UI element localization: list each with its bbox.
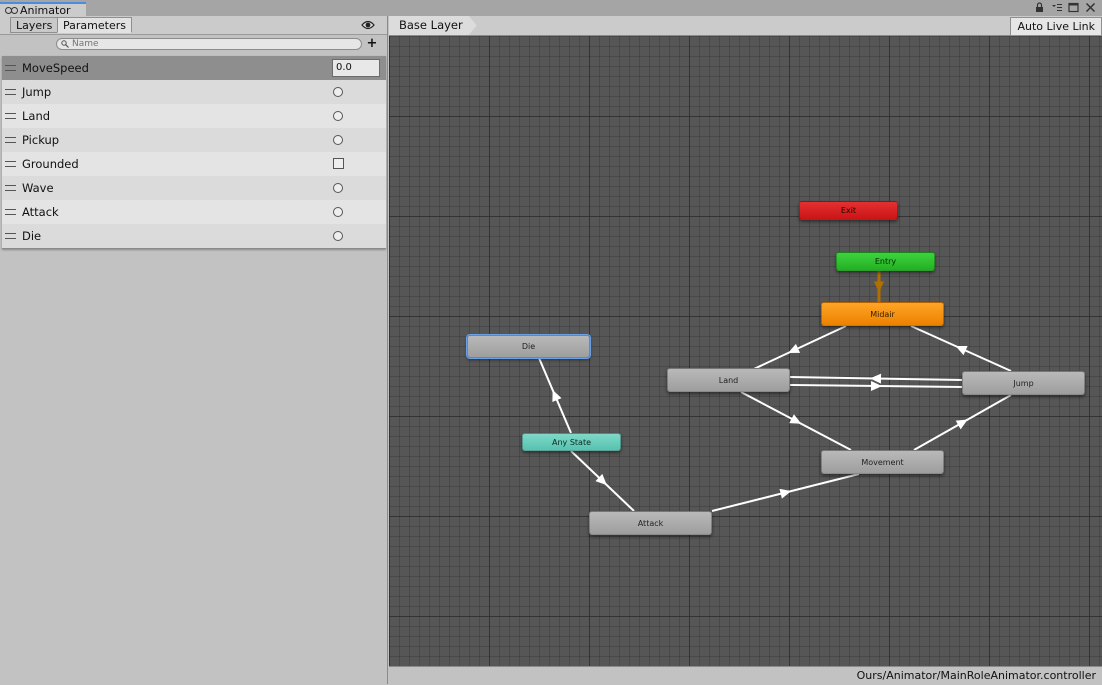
lock-icon[interactable] (1034, 2, 1045, 13)
window-controls (1034, 2, 1096, 13)
trigger-radio[interactable] (333, 135, 343, 145)
drag-handle-icon[interactable] (5, 209, 16, 215)
graph-toolbar: Base Layer Auto Live Link (389, 16, 1102, 36)
parameter-checkbox[interactable] (333, 158, 344, 169)
trigger-radio[interactable] (333, 111, 343, 121)
parameter-name: Attack (22, 205, 59, 219)
drag-handle-icon[interactable] (5, 233, 16, 239)
parameter-row[interactable]: Attack (2, 200, 386, 224)
transition-arrow-icon (779, 488, 792, 499)
drag-handle-icon[interactable] (5, 89, 16, 95)
transition-arrow-icon (955, 345, 968, 356)
state-entry[interactable]: Entry (836, 252, 935, 271)
parameter-row[interactable]: Wave (2, 176, 386, 200)
animator-icon (5, 6, 18, 15)
window-tab-title: Animator (20, 3, 71, 17)
parameter-row[interactable]: Land (2, 104, 386, 128)
parameter-name: Wave (22, 181, 54, 195)
transition-arrow-icon (788, 343, 801, 354)
left-toolbar: Layers Parameters (0, 16, 387, 35)
breadcrumb-base-layer[interactable]: Base Layer (389, 16, 477, 35)
drag-handle-icon[interactable] (5, 113, 16, 119)
drag-handle-icon[interactable] (5, 161, 16, 167)
parameter-name: Pickup (22, 133, 60, 147)
parameter-name: Die (22, 229, 42, 243)
state-land[interactable]: Land (667, 368, 790, 392)
state-movement[interactable]: Movement (821, 450, 944, 474)
add-parameter-button[interactable]: + (366, 37, 378, 50)
trigger-radio[interactable] (333, 231, 343, 241)
menu-icon[interactable] (1051, 2, 1062, 13)
auto-live-link-button[interactable]: Auto Live Link (1010, 17, 1102, 36)
parameter-row[interactable]: Pickup (2, 128, 386, 152)
tab-parameters[interactable]: Parameters (57, 17, 132, 33)
state-attack[interactable]: Attack (589, 511, 712, 535)
state-jump[interactable]: Jump (962, 371, 1085, 395)
parameter-row[interactable]: Jump (2, 80, 386, 104)
search-row: + (0, 35, 387, 53)
state-any-state[interactable]: Any State (522, 433, 621, 451)
search-input[interactable] (72, 39, 352, 49)
state-midair[interactable]: Midair (821, 302, 944, 326)
state-machine-graph[interactable]: Exit Entry Midair Die Land Jump Any Stat… (389, 16, 1102, 684)
parameter-name: Jump (22, 85, 52, 99)
maximize-icon[interactable] (1068, 2, 1079, 13)
trigger-radio[interactable] (333, 183, 343, 193)
parameter-name: Grounded (22, 157, 79, 171)
drag-handle-icon[interactable] (5, 137, 16, 143)
parameter-list: MoveSpeed 0.0 Jump Land Pickup Grounded Wave At… (2, 56, 386, 249)
window-titlebar: Animator (0, 0, 1102, 17)
parameters-panel: Layers Parameters + MoveSpeed 0.0 Jump Land… (0, 16, 388, 684)
transition-arrow-icon (874, 281, 884, 293)
drag-handle-icon[interactable] (5, 185, 16, 191)
parameter-row[interactable]: MoveSpeed 0.0 (2, 56, 386, 80)
parameter-name: Land (22, 109, 51, 123)
state-exit[interactable]: Exit (799, 201, 898, 220)
transition-arrow-icon (789, 414, 802, 424)
state-die[interactable]: Die (467, 335, 590, 358)
tab-layers[interactable]: Layers (10, 17, 59, 33)
parameter-row[interactable]: Grounded (2, 152, 386, 176)
controller-path: Ours/Animator/MainRoleAnimator.controlle… (856, 669, 1096, 682)
search-field[interactable] (56, 38, 362, 50)
drag-handle-icon[interactable] (5, 65, 16, 71)
eye-icon[interactable] (361, 19, 375, 31)
trigger-radio[interactable] (333, 207, 343, 217)
transition-arrow-icon (955, 419, 968, 430)
transition-arrow-icon (552, 389, 562, 403)
close-icon[interactable] (1085, 2, 1096, 13)
search-icon (61, 40, 69, 48)
parameter-value-field[interactable]: 0.0 (332, 59, 380, 77)
animator-window-tab[interactable]: Animator (0, 2, 86, 17)
status-bar: Ours/Animator/MainRoleAnimator.controlle… (389, 666, 1102, 685)
trigger-radio[interactable] (333, 87, 343, 97)
parameter-row[interactable]: Die (2, 224, 386, 248)
parameter-name: MoveSpeed (22, 61, 89, 75)
